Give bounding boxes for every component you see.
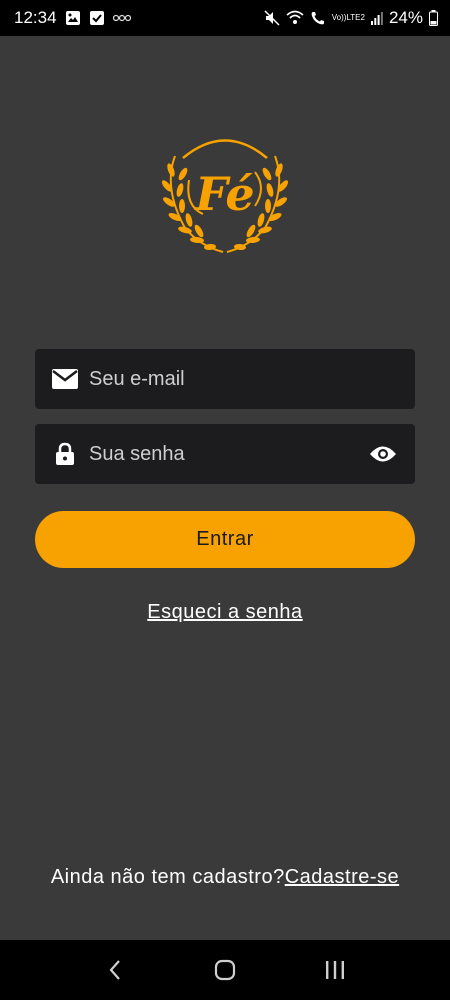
status-bar: 12:34 Vo)) LTE2 24% xyxy=(0,0,450,36)
status-left: 12:34 xyxy=(14,8,131,28)
gallery-notification-icon xyxy=(65,10,81,26)
app-logo: Fé xyxy=(155,128,295,258)
signup-row: Ainda não tem cadastro?Cadastre-se xyxy=(0,866,450,889)
back-icon[interactable] xyxy=(95,950,135,990)
wifi-call-icon xyxy=(310,10,326,26)
email-field[interactable] xyxy=(35,349,415,409)
app-notification-icon xyxy=(112,13,131,23)
battery-percentage: 24% xyxy=(388,8,423,27)
network-top-label: Vo)) xyxy=(331,13,347,22)
mute-icon xyxy=(264,10,280,26)
status-right: Vo)) LTE2 24% xyxy=(264,8,438,28)
status-time: 12:34 xyxy=(14,8,57,27)
email-input[interactable] xyxy=(89,367,399,391)
signup-link[interactable]: Cadastre-se xyxy=(285,866,399,888)
forgot-password-link[interactable]: Esqueci a senha xyxy=(0,601,450,624)
wheat-wreath-logo-icon: Fé xyxy=(161,139,289,253)
checkbox-notification-icon xyxy=(89,10,105,26)
eye-icon[interactable] xyxy=(367,438,399,470)
home-icon[interactable] xyxy=(205,950,245,990)
signal-icon xyxy=(370,11,383,25)
envelope-icon xyxy=(51,365,79,393)
lock-icon xyxy=(51,440,79,468)
battery-icon xyxy=(429,10,438,26)
signup-prompt: Ainda não tem cadastro? xyxy=(50,866,285,888)
wifi-icon xyxy=(286,10,304,26)
password-input[interactable] xyxy=(89,442,367,466)
network-bottom-label: LTE2 xyxy=(346,13,365,22)
logo-text: Fé xyxy=(193,167,254,221)
login-screen: 12:34 Vo)) LTE2 24% Fé Seu e-mail Entrar… xyxy=(0,0,450,1000)
network-type-indicator: Vo)) LTE2 xyxy=(332,14,365,22)
password-field[interactable] xyxy=(35,424,415,484)
system-navigation-bar xyxy=(0,940,450,1000)
recent-apps-icon[interactable] xyxy=(315,950,355,990)
login-button[interactable]: Entrar xyxy=(35,511,415,568)
